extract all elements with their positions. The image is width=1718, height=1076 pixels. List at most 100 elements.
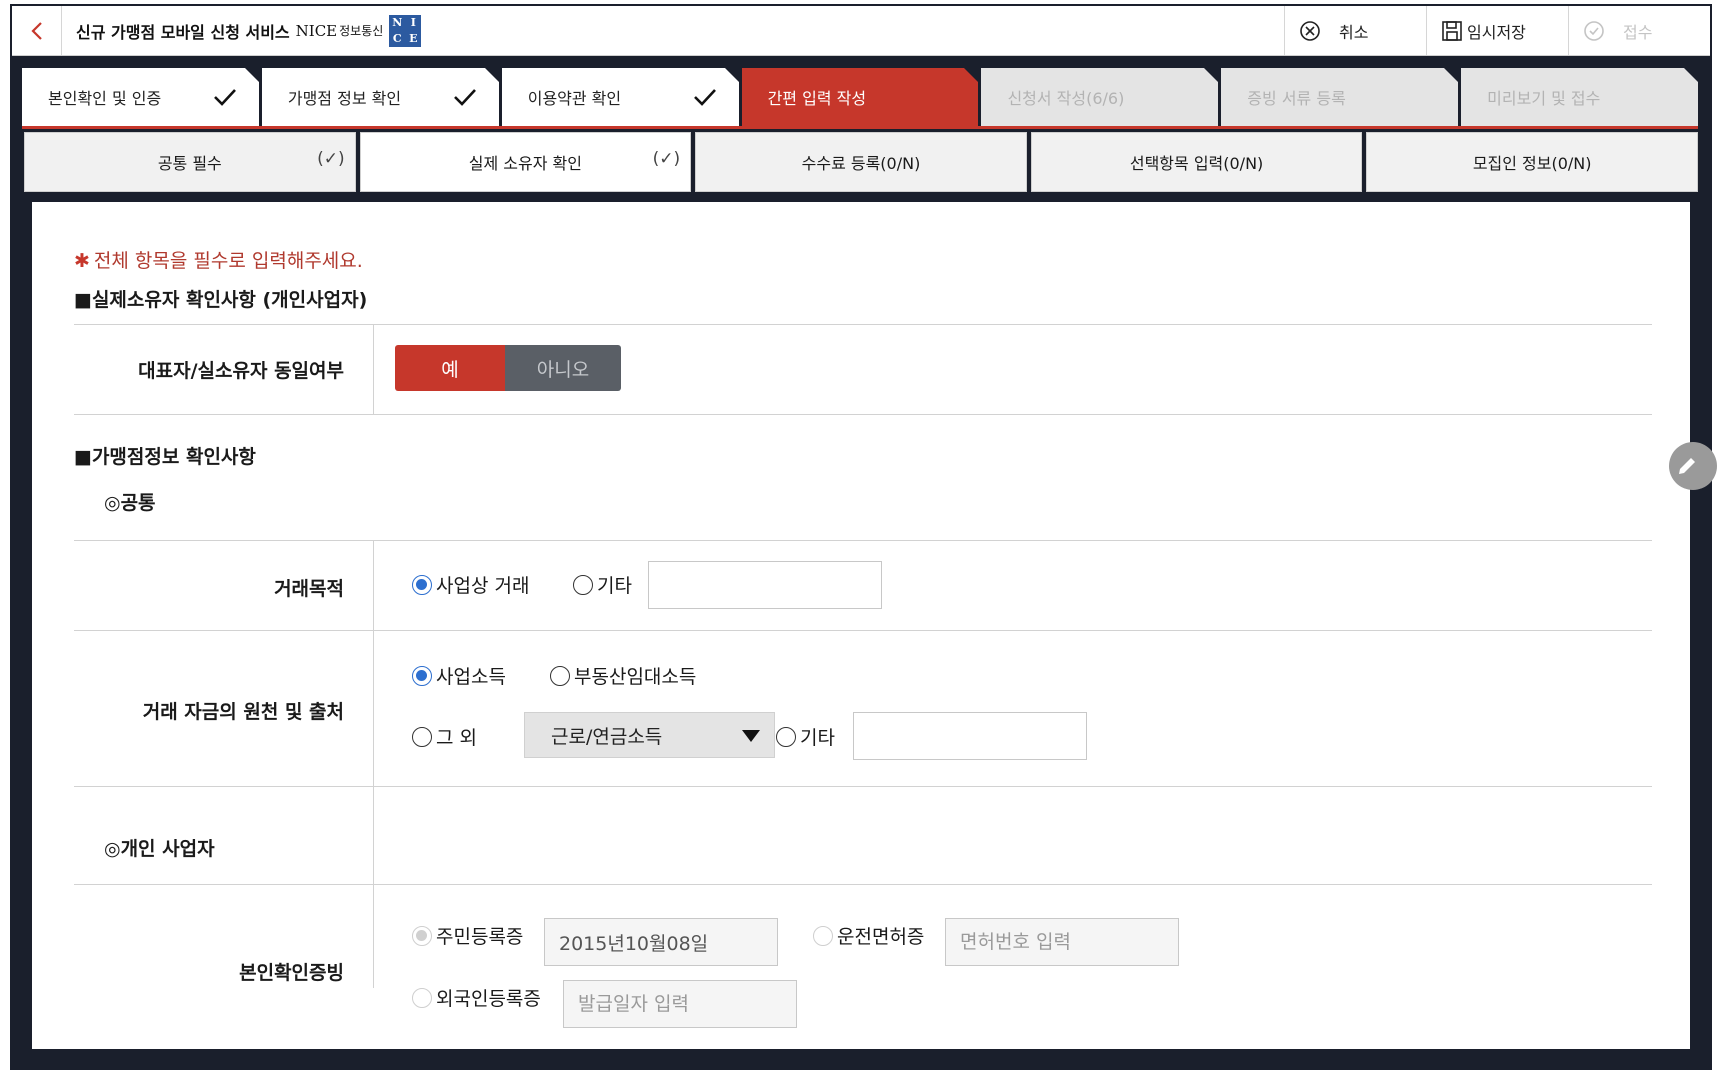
radio-dot bbox=[813, 925, 833, 946]
step-tabs: 본인확인 및 인증 가맹점 정보 확인 이용약관 확인 간편 입력 작성 신청서… bbox=[22, 68, 1699, 126]
step-tab-application[interactable]: 신청서 작성(6/6) bbox=[981, 68, 1219, 126]
radio-label: 사업소득 bbox=[436, 666, 506, 688]
id-resident-radio[interactable]: 주민등록증 bbox=[412, 922, 523, 949]
id-resident-input[interactable] bbox=[545, 919, 777, 965]
subtab-label: 실제 소유자 확인 bbox=[468, 154, 582, 173]
id-foreign-radio[interactable]: 외국인등록증 bbox=[412, 984, 541, 1011]
divider bbox=[74, 540, 1652, 541]
nice-logo: NI CE bbox=[389, 14, 422, 47]
funds-other-input[interactable] bbox=[854, 713, 1086, 759]
back-button[interactable] bbox=[12, 6, 62, 55]
radio-label: 기타 bbox=[597, 575, 632, 597]
required-notice: ✱ 전체 항목을 필수로 입력해주세요. bbox=[74, 246, 363, 273]
check-circle-icon bbox=[1584, 20, 1604, 41]
step-tab-identity[interactable]: 본인확인 및 인증 bbox=[22, 68, 259, 126]
purpose-other-input[interactable] bbox=[649, 562, 881, 608]
radio-label: 기타 bbox=[800, 727, 835, 749]
temp-save-button[interactable]: 임시저장 bbox=[1426, 6, 1568, 55]
divider bbox=[373, 540, 374, 988]
step-label: 가맹점 정보 확인 bbox=[287, 89, 402, 108]
funds-label: 거래 자금의 원천 및 출처 bbox=[142, 701, 344, 723]
subtab-label: 모집인 정보(0/N) bbox=[1472, 154, 1592, 173]
sub-tabs: 공통 필수 (✓) 실제 소유자 확인 (✓) 수수료 등록(0/N) 선택항목… bbox=[24, 132, 1698, 192]
step-label: 신청서 작성(6/6) bbox=[1007, 89, 1125, 108]
id-foreign-input[interactable] bbox=[564, 981, 796, 1027]
cancel-button[interactable]: 취소 bbox=[1284, 6, 1426, 55]
radio-label: 주민등록증 bbox=[436, 926, 524, 948]
id-license-field[interactable] bbox=[945, 918, 1179, 966]
funds-rental-radio[interactable]: 부동산임대소득 bbox=[550, 662, 696, 689]
divider bbox=[74, 786, 1652, 787]
app-title: 신규 가맹점 모바일 신청 서비스 NICE 정보통신 NI CE bbox=[62, 6, 1284, 55]
funds-etc-radio[interactable]: 그 외 bbox=[412, 723, 477, 750]
divider bbox=[74, 414, 1652, 415]
active-step-underline bbox=[22, 126, 1698, 129]
individual-subtitle: ◎개인 사업자 bbox=[104, 838, 215, 860]
checkmark-icon bbox=[213, 89, 236, 106]
subtab-fee[interactable]: 수수료 등록(0/N) bbox=[695, 132, 1027, 192]
checkmark-icon bbox=[693, 89, 716, 106]
funds-other-field[interactable] bbox=[853, 712, 1087, 760]
divider bbox=[74, 884, 1652, 885]
purpose-other-field[interactable] bbox=[648, 561, 882, 609]
owner-same-yes-button[interactable]: 예 bbox=[395, 345, 505, 391]
purpose-business-radio[interactable]: 사업상 거래 bbox=[412, 571, 529, 598]
owner-same-no-button[interactable]: 아니오 bbox=[505, 345, 621, 391]
funds-other-radio[interactable]: 기타 bbox=[776, 723, 835, 750]
id-foreign-field[interactable] bbox=[563, 980, 797, 1028]
subtab-done-mark: (✓) bbox=[317, 149, 345, 169]
checkmark-icon bbox=[453, 89, 476, 106]
brand-sub: 정보통신 bbox=[339, 24, 384, 38]
subtab-common-required[interactable]: 공통 필수 (✓) bbox=[24, 132, 356, 192]
subtab-optional[interactable]: 선택항목 입력(0/N) bbox=[1030, 132, 1363, 192]
pencil-icon bbox=[1679, 458, 1695, 474]
funds-business-radio[interactable]: 사업소득 bbox=[412, 662, 506, 689]
id-proof-label: 본인확인증빙 bbox=[239, 962, 344, 984]
edit-fab-button[interactable] bbox=[1669, 442, 1717, 490]
step-tab-merchant-info[interactable]: 가맹점 정보 확인 bbox=[261, 68, 499, 126]
id-license-input[interactable] bbox=[946, 919, 1178, 965]
subtab-recruiter[interactable]: 모집인 정보(0/N) bbox=[1366, 132, 1698, 192]
radio-dot bbox=[412, 574, 432, 595]
step-tab-quick-input[interactable]: 간편 입력 작성 bbox=[741, 68, 979, 126]
cancel-circle-icon bbox=[1300, 20, 1320, 41]
subtab-label: 수수료 등록(0/N) bbox=[801, 154, 921, 173]
subtab-done-mark: (✓) bbox=[652, 149, 681, 169]
step-tab-documents[interactable]: 증빙 서류 등록 bbox=[1221, 68, 1459, 126]
step-label: 미리보기 및 접수 bbox=[1487, 89, 1601, 108]
radio-label: 그 외 bbox=[436, 727, 477, 749]
radio-dot bbox=[412, 665, 432, 686]
subtab-real-owner[interactable]: 실제 소유자 확인 (✓) bbox=[359, 132, 692, 192]
merchant-section-title: ■가맹점정보 확인사항 bbox=[74, 446, 256, 468]
step-tab-terms[interactable]: 이용약관 확인 bbox=[501, 68, 739, 126]
radio-dot bbox=[776, 726, 796, 747]
radio-label: 사업상 거래 bbox=[436, 575, 530, 597]
funds-etc-select[interactable]: 근로/연금소득 bbox=[524, 712, 775, 758]
cancel-label: 취소 bbox=[1339, 22, 1369, 42]
id-license-radio[interactable]: 운전면허증 bbox=[813, 922, 924, 949]
radio-dot bbox=[412, 987, 432, 1008]
submit-button[interactable]: 접수 bbox=[1568, 6, 1710, 55]
owner-same-toggle: 예 아니오 bbox=[395, 345, 621, 391]
step-label: 간편 입력 작성 bbox=[767, 89, 867, 108]
purpose-other-radio[interactable]: 기타 bbox=[573, 571, 632, 598]
radio-label: 운전면허증 bbox=[837, 926, 925, 948]
step-label: 증빙 서류 등록 bbox=[1247, 89, 1346, 108]
purpose-label: 거래목적 bbox=[274, 578, 344, 600]
divider bbox=[74, 324, 1652, 325]
id-resident-field[interactable] bbox=[544, 918, 778, 966]
radio-dot bbox=[412, 925, 432, 946]
form-panel: ✱ 전체 항목을 필수로 입력해주세요. ■실제소유자 확인사항 (개인사업자) … bbox=[32, 202, 1690, 1049]
divider bbox=[74, 630, 1652, 631]
top-bar: 신규 가맹점 모바일 신청 서비스 NICE 정보통신 NI CE 취소 임시저… bbox=[12, 6, 1710, 56]
submit-label: 접수 bbox=[1623, 22, 1653, 42]
required-star: ✱ bbox=[74, 250, 90, 272]
brand-name: NICE bbox=[295, 21, 338, 40]
radio-dot bbox=[550, 665, 570, 686]
owner-section-title: ■실제소유자 확인사항 (개인사업자) bbox=[74, 289, 368, 311]
subtab-label: 선택항목 입력(0/N) bbox=[1129, 154, 1264, 173]
step-tab-preview[interactable]: 미리보기 및 접수 bbox=[1461, 68, 1699, 126]
caret-down-icon bbox=[742, 730, 760, 742]
app-title-text: 신규 가맹점 모바일 신청 서비스 bbox=[76, 22, 290, 42]
radio-dot bbox=[412, 726, 432, 747]
